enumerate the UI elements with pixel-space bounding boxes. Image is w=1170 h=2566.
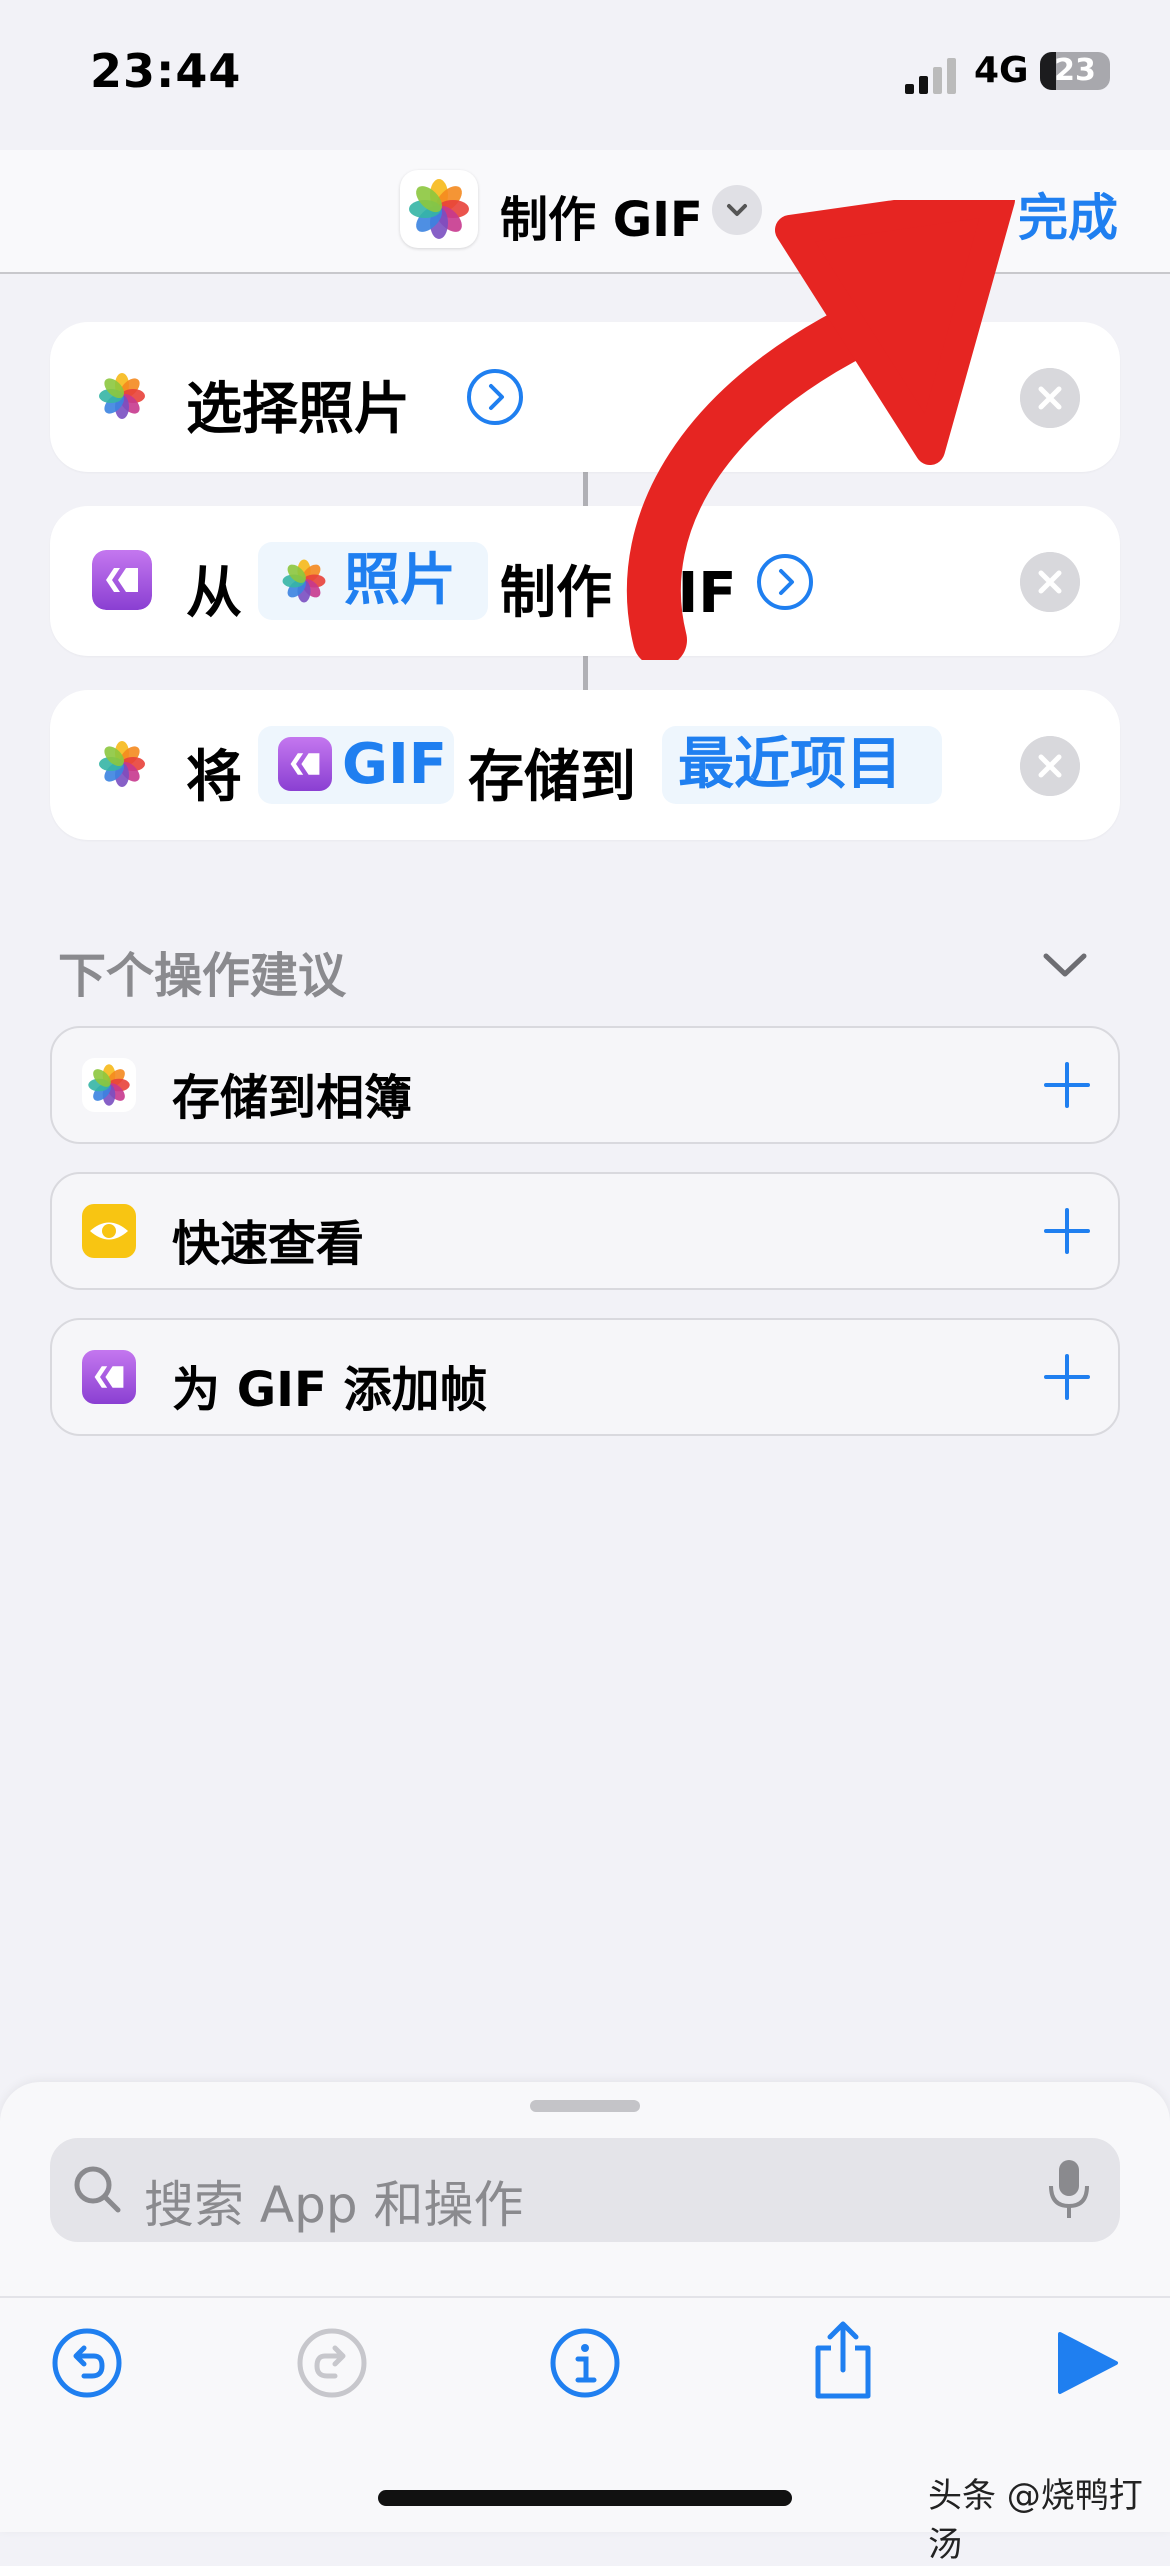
- search-icon: [74, 2166, 121, 2213]
- gif-maker-icon: [82, 1350, 136, 1404]
- token-label: 照片: [344, 548, 456, 613]
- microphone-icon[interactable]: [1046, 2158, 1092, 2222]
- photos-icon: [82, 1058, 136, 1112]
- remove-action-button[interactable]: [1020, 736, 1080, 796]
- home-indicator: [378, 2490, 792, 2506]
- action-prefix: 将: [186, 745, 242, 810]
- remove-action-button[interactable]: [1020, 552, 1080, 612]
- token-label: GIF: [342, 732, 448, 797]
- annotation-arrow: [626, 200, 1015, 660]
- network-label: 4G: [974, 50, 1029, 91]
- variable-token-destination[interactable]: 最近项目: [662, 726, 942, 804]
- toolbar-divider: [0, 2296, 1170, 2298]
- plus-icon[interactable]: [1042, 1352, 1092, 1402]
- chevron-right-circle-icon[interactable]: [466, 368, 524, 426]
- search-placeholder: 搜索 App 和操作: [144, 2176, 524, 2234]
- sheet-grabber[interactable]: [530, 2100, 640, 2112]
- photos-icon: [92, 366, 152, 426]
- suggestion-label: 为 GIF 添加帧: [172, 1362, 488, 1418]
- suggestion-label: 快速查看: [172, 1216, 365, 1272]
- remove-action-button[interactable]: [1020, 368, 1080, 428]
- info-icon[interactable]: [548, 2326, 622, 2400]
- battery-level: 23: [1054, 53, 1096, 88]
- chevron-down-icon[interactable]: [1040, 948, 1090, 980]
- gif-maker-icon: [278, 737, 332, 791]
- signal-icon: [905, 58, 956, 94]
- done-button[interactable]: 完成: [1018, 178, 1118, 250]
- play-icon[interactable]: [1050, 2326, 1124, 2400]
- redo-icon[interactable]: [295, 2326, 369, 2400]
- action-label: 选择照片: [186, 377, 410, 442]
- action-middle: 存储到: [468, 745, 636, 810]
- suggestions-heading: 下个操作建议: [58, 948, 347, 1004]
- action-connector: [583, 656, 588, 690]
- plus-icon[interactable]: [1042, 1060, 1092, 1110]
- shortcut-app-icon[interactable]: [400, 170, 478, 248]
- suggestion-label: 存储到相簿: [172, 1070, 413, 1126]
- photos-icon: [92, 734, 152, 794]
- status-time: 23:44: [90, 44, 242, 98]
- undo-icon[interactable]: [50, 2326, 124, 2400]
- watermark: 头条 @烧鸭打汤: [928, 2476, 1143, 2565]
- action-connector: [583, 472, 588, 506]
- battery-icon: 23: [1040, 52, 1110, 90]
- share-icon[interactable]: [806, 2318, 880, 2402]
- gif-maker-icon: [92, 550, 152, 610]
- photos-icon: [282, 559, 326, 603]
- plus-icon[interactable]: [1042, 1206, 1092, 1256]
- action-prefix: 从: [186, 561, 242, 626]
- photos-icon: [409, 179, 469, 239]
- quick-look-icon: [82, 1204, 136, 1258]
